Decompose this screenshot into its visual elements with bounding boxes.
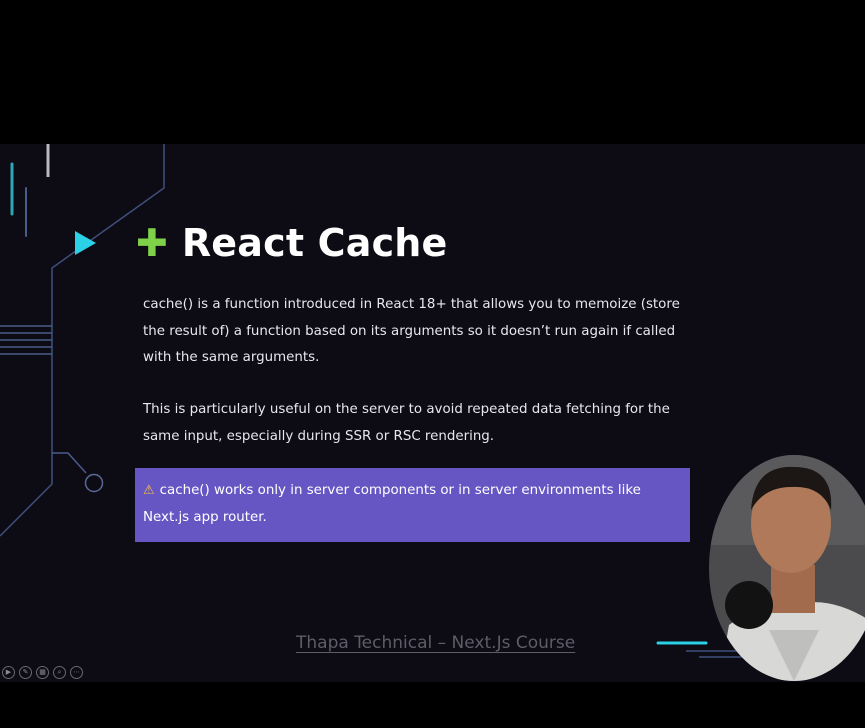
play-triangle-icon xyxy=(75,231,96,255)
warning-callout-text: cache() works only in server components … xyxy=(143,483,641,525)
slide-title-row: ✚ React Cache xyxy=(75,220,448,266)
pen-icon[interactable]: ✎ xyxy=(19,666,32,679)
presenter-webcam xyxy=(709,455,865,681)
presenter-image xyxy=(709,455,865,681)
play-icon[interactable]: ▶ xyxy=(2,666,15,679)
warning-icon: ⚠ xyxy=(143,483,155,498)
slide-title: React Cache xyxy=(181,221,448,265)
zoom-icon[interactable]: ⌕ xyxy=(53,666,66,679)
slide-paragraph-intro: cache() is a function introduced in Reac… xyxy=(143,297,680,365)
slide-paragraph-usage: This is particularly useful on the serve… xyxy=(143,402,670,444)
puzzle-piece-icon: ✚ xyxy=(136,221,168,265)
warning-callout: ⚠ cache() works only in server components… xyxy=(135,468,690,542)
video-frame: ✚ React Cache cache() is a function intr… xyxy=(0,0,865,728)
slides-icon[interactable]: ▦ xyxy=(36,666,49,679)
footer-credit: Thapa Technical – Next.Js Course xyxy=(296,633,576,653)
more-icon[interactable]: ⋯ xyxy=(70,666,83,679)
presentation-controls: ▶ ✎ ▦ ⌕ ⋯ xyxy=(2,666,83,679)
